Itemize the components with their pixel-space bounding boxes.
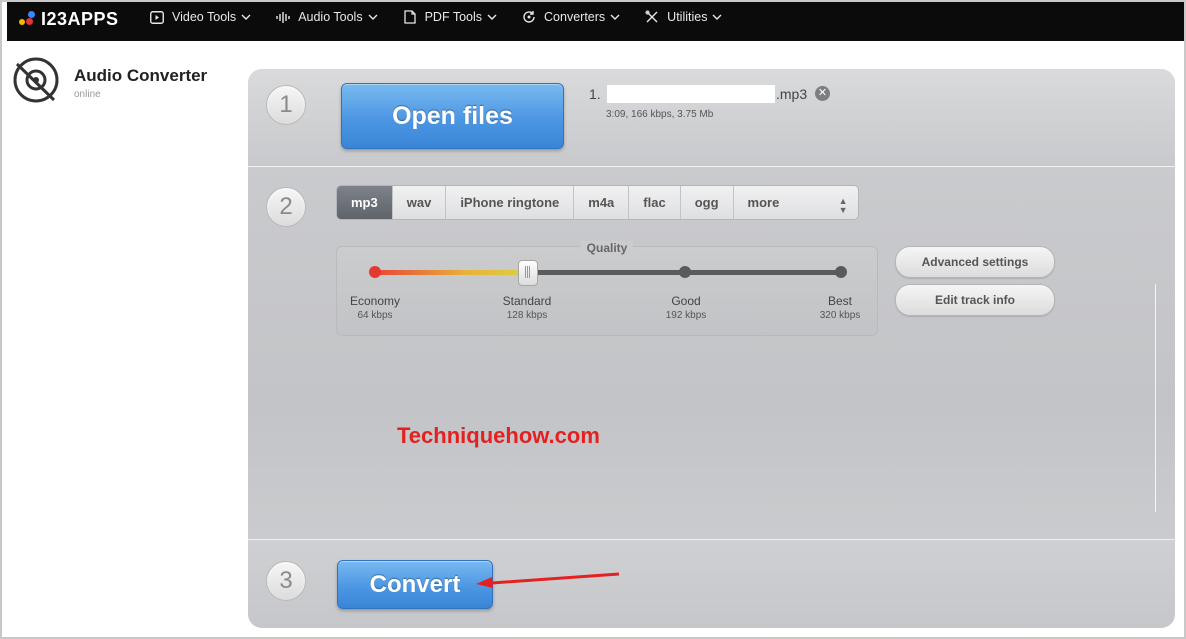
convert-button[interactable]: Convert xyxy=(337,560,493,609)
slider-stop-best[interactable] xyxy=(835,266,847,278)
quality-label-good: Good xyxy=(671,294,701,308)
converter-panel: 1 Open files 1. .mp3 ✕ 3:09, 166 kbps, 3… xyxy=(248,69,1175,628)
slider-handle[interactable] xyxy=(518,260,539,286)
quality-label-standard: Standard xyxy=(502,294,552,308)
nav-pdf-tools[interactable]: PDF Tools xyxy=(402,10,497,24)
step-3-section: 3 Convert xyxy=(248,539,1175,628)
red-arrow-annotation-icon xyxy=(476,572,620,588)
close-circle-icon[interactable]: ✕ xyxy=(815,86,830,101)
step-2-section: 2 mp3 wav iPhone ringtone m4a flac ogg m… xyxy=(248,167,1175,539)
tab-wav[interactable]: wav xyxy=(393,186,447,219)
step-number-2: 2 xyxy=(266,187,306,227)
quality-rate-economy: 64 kbps xyxy=(357,310,393,321)
up-down-arrows-icon: ▲ ▼ xyxy=(838,196,848,215)
nav-audio-tools[interactable]: Audio Tools xyxy=(275,10,378,24)
tools-icon xyxy=(644,10,660,24)
step-number-1: 1 xyxy=(266,85,306,125)
tab-flac[interactable]: flac xyxy=(629,186,681,219)
tab-iphone-ringtone[interactable]: iPhone ringtone xyxy=(446,186,575,219)
nav-converters[interactable]: Converters xyxy=(521,10,620,24)
tab-mp3[interactable]: mp3 xyxy=(337,186,393,219)
chevron-down-icon xyxy=(368,14,378,20)
quality-label-economy: Economy xyxy=(349,294,401,308)
step-1-section: 1 Open files 1. .mp3 ✕ 3:09, 166 kbps, 3… xyxy=(248,69,1175,167)
chevron-down-icon xyxy=(712,14,722,20)
chevron-down-icon xyxy=(241,14,251,20)
open-files-button[interactable]: Open files xyxy=(341,83,564,149)
step-number-3: 3 xyxy=(266,561,306,601)
nav-utilities[interactable]: Utilities xyxy=(644,10,722,24)
logo-dots-icon xyxy=(19,11,37,27)
quality-rate-standard: 128 kbps xyxy=(506,310,548,321)
format-tabs: mp3 wav iPhone ringtone m4a flac ogg mor… xyxy=(336,185,859,220)
scrollbar[interactable] xyxy=(1155,284,1156,512)
tab-more-label: more xyxy=(747,195,780,210)
quality-box: Quality Economy 64 kbps Standard 128 kbp… xyxy=(336,241,878,336)
page-frame: I23APPS Video Tools Audio Tools PDF Tool… xyxy=(0,0,1186,639)
convert-icon xyxy=(521,10,537,24)
tab-more-select[interactable]: more ▲ ▼ xyxy=(734,186,858,219)
slider-stop-economy[interactable] xyxy=(369,266,381,278)
quality-slider[interactable] xyxy=(369,260,847,286)
nav-label: Audio Tools xyxy=(298,10,363,24)
tab-m4a[interactable]: m4a xyxy=(574,186,630,219)
app-title: Audio Converter xyxy=(74,66,208,85)
app-subtitle: online xyxy=(74,89,101,100)
edit-track-info-button[interactable]: Edit track info xyxy=(895,284,1055,316)
nav-label: Video Tools xyxy=(172,10,237,24)
file-index: 1. xyxy=(589,86,601,102)
quality-label-best: Best xyxy=(827,294,852,308)
watermark-text: Techniquehow.com xyxy=(397,423,600,448)
brand-logo-text: I23APPS xyxy=(41,8,119,29)
tab-ogg[interactable]: ogg xyxy=(681,186,734,219)
file-name-redacted xyxy=(607,85,775,103)
quality-slider-fill xyxy=(375,270,528,275)
file-info: 3:09, 166 kbps, 3.75 Mb xyxy=(606,109,714,120)
chevron-down-icon xyxy=(610,14,620,20)
quality-title: Quality xyxy=(580,241,634,255)
brand-logo[interactable]: I23APPS xyxy=(19,9,119,29)
file-extension: .mp3 xyxy=(776,86,808,102)
slider-stop-good[interactable] xyxy=(679,266,692,278)
nav-label: Utilities xyxy=(667,10,708,24)
quality-rate-best: 320 kbps xyxy=(819,310,861,321)
document-icon xyxy=(402,10,418,24)
app-header: Audio Converter online xyxy=(12,56,242,111)
nav-label: Converters xyxy=(544,10,606,24)
nav-label: PDF Tools xyxy=(424,10,483,24)
play-icon xyxy=(149,10,165,24)
chevron-down-icon xyxy=(487,14,497,20)
audio-disc-icon xyxy=(13,57,59,103)
advanced-settings-button[interactable]: Advanced settings xyxy=(895,246,1055,278)
main-nav: Video Tools Audio Tools PDF Tools Conver… xyxy=(149,2,746,32)
top-navigation-bar: I23APPS Video Tools Audio Tools PDF Tool… xyxy=(7,2,1184,41)
quality-rate-good: 192 kbps xyxy=(665,310,707,321)
waveform-icon xyxy=(275,10,291,24)
nav-video-tools[interactable]: Video Tools xyxy=(149,10,251,24)
